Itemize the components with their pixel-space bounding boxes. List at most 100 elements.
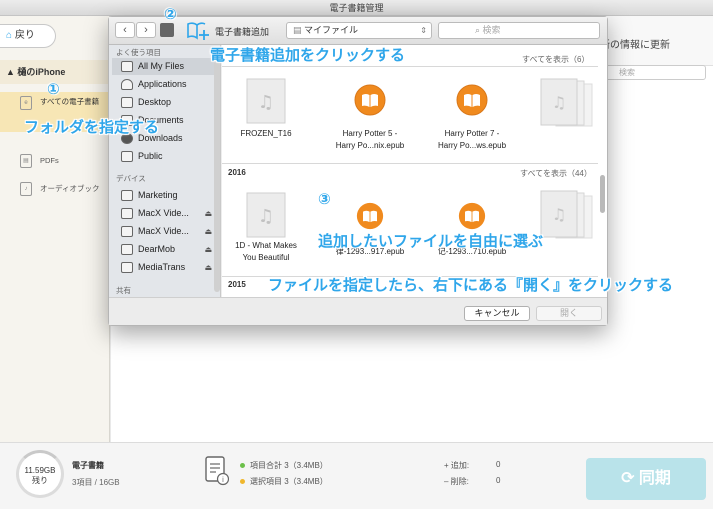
ibooks-icon <box>456 84 488 116</box>
section-divider <box>222 66 598 67</box>
green-dot-icon <box>240 463 245 469</box>
dialog-search-placeholder: 検索 <box>482 25 501 35</box>
folder-select-value: マイファイル <box>304 25 359 35</box>
audiobook-icon: ♪ <box>20 182 32 196</box>
sidebar-item-label: MacX Vide... <box>138 226 189 236</box>
annotation-click-add: 電子書籍追加をクリックする <box>210 47 406 64</box>
stacked-files-icon[interactable]: ♫ <box>540 78 596 130</box>
back-nav-button[interactable]: ‹ <box>115 22 135 38</box>
sidebar-item-all-my-files[interactable]: All My Files <box>112 58 216 75</box>
dialog-search-input[interactable]: ⌕ 検索 <box>438 22 600 39</box>
update-button[interactable]: 新の情報に更新 <box>600 36 670 51</box>
music-file-icon: ♫ <box>246 192 286 238</box>
sync-icon: ⟳ <box>621 470 639 487</box>
sidebar-item-device[interactable]: MacX Vide... ⏏ <box>112 223 216 240</box>
drive-icon <box>121 244 133 255</box>
category-count: 3項目 / 16GB <box>72 478 120 487</box>
music-file-icon: ♫ <box>246 78 286 124</box>
sidebar-item-audiobooks[interactable]: ♪ オーディオブック <box>0 178 110 200</box>
svg-text:i: i <box>222 476 224 484</box>
eject-icon[interactable]: ⏏ <box>204 223 212 240</box>
annotation-choose-files: 追加したいファイルを自由に選ぶ <box>318 233 544 250</box>
forward-nav-button[interactable]: › <box>136 22 156 38</box>
sidebar-item-public[interactable]: Public <box>112 148 216 165</box>
content-scrollbar[interactable] <box>600 175 605 213</box>
chevron-right-icon: › <box>144 24 148 36</box>
add-ebook-icon[interactable] <box>186 20 210 42</box>
annotation-number-1: ① <box>47 81 60 98</box>
folder-select[interactable]: ▤ マイファイル ⇕ <box>286 22 432 39</box>
device-name: 樋のiPhone <box>17 67 66 77</box>
sidebar-item-device[interactable]: MacX Vide... ⏏ <box>112 205 216 222</box>
back-button-label: 戻り <box>14 30 35 41</box>
file-item[interactable] <box>458 202 486 230</box>
sidebar-item-device[interactable]: Marketing <box>112 187 216 204</box>
annotation-select-folder: フォルダを指定する <box>24 119 160 136</box>
annotation-click-open: ファイルを指定したら、右下にある『開く』をクリックする <box>268 277 674 294</box>
file-name: 1D - What Makes You Beautiful <box>220 240 312 264</box>
sidebar-item-desktop[interactable]: Desktop <box>112 94 216 111</box>
search-icon: ⌕ <box>475 25 483 35</box>
minus-icon: – <box>444 477 451 486</box>
sidebar-item-label: オーディオブック <box>40 184 100 193</box>
sidebar-item-device[interactable]: DearMob ⏏ <box>112 241 216 258</box>
annotation-number-2: ② <box>164 6 177 23</box>
shared-header: 共有 <box>116 286 131 295</box>
file-name: Harry Potter 5 - Harry Po...nix.epub <box>324 128 416 152</box>
file-name: FROZEN_T16 <box>240 129 292 138</box>
all-files-icon <box>121 61 133 72</box>
added-label: 追加: <box>450 461 470 470</box>
file-item[interactable] <box>354 84 386 116</box>
yellow-dot-icon <box>240 479 245 485</box>
file-name-line-1: Harry Potter 7 - <box>444 129 500 138</box>
cancel-button[interactable]: キャンセル <box>464 306 530 321</box>
svg-text:♫: ♫ <box>552 93 566 112</box>
applications-icon <box>121 79 133 90</box>
file-item[interactable] <box>356 202 384 230</box>
sync-button[interactable]: ⟳ 同期 <box>586 458 706 500</box>
sidebar-item-device[interactable]: MediaTrans ⏏ <box>112 259 216 276</box>
open-button[interactable]: 開く <box>536 306 602 321</box>
show-all-link[interactable]: すべてを表示（6） <box>522 54 589 65</box>
total-items: 項目合計 3（3.4MB） <box>240 460 328 471</box>
desktop-icon <box>121 97 133 108</box>
grid-view-icon[interactable] <box>160 23 174 37</box>
select-arrows-icon: ⇕ <box>420 26 427 35</box>
document-info-icon: i <box>205 456 229 486</box>
file-item[interactable]: ♫ <box>246 78 286 124</box>
drive-icon <box>121 226 133 237</box>
annotation-number-3: ③ <box>318 191 331 208</box>
eject-icon[interactable]: ⏏ <box>204 205 212 222</box>
main-search-input[interactable]: 検索 <box>604 65 706 80</box>
deleted-value: 0 <box>496 476 501 485</box>
storage-remaining-label: 残り <box>32 476 48 485</box>
file-name: Harry Potter 7 - Harry Po...ws.epub <box>426 128 518 152</box>
added-value: 0 <box>496 460 501 469</box>
sidebar-item-label: Public <box>138 151 163 161</box>
sidebar-item-label: すべての電子書籍 <box>40 97 100 106</box>
plus-icon: + <box>444 461 451 470</box>
folder-icon: ▤ <box>293 25 305 35</box>
section-year: 2016 <box>228 168 246 177</box>
home-icon: ⌂ <box>6 30 15 41</box>
devices-header: デバイス <box>116 174 146 183</box>
deleted-count: – 削除: <box>444 476 469 487</box>
add-ebook-label[interactable]: 電子書籍追加 <box>215 25 269 38</box>
file-item[interactable] <box>456 84 488 116</box>
sidebar-item-label: DearMob <box>138 244 176 254</box>
sidebar-item-applications[interactable]: Applications <box>112 76 216 93</box>
file-name-line-2: Harry Po...nix.epub <box>335 141 405 150</box>
eject-icon[interactable]: ⏏ <box>204 259 212 276</box>
sidebar-item-label: MediaTrans <box>138 262 186 272</box>
stacked-files-icon[interactable]: ♫ <box>540 190 596 242</box>
show-all-link[interactable]: すべてを表示（44） <box>520 168 592 179</box>
public-folder-icon <box>121 151 133 162</box>
sidebar-item-pdfs[interactable]: ▤ PDFs <box>0 150 110 172</box>
back-button[interactable]: ⌂ 戻り <box>0 24 56 48</box>
eject-icon[interactable]: ⏏ <box>204 241 212 258</box>
window-titlebar: 電子書籍管理 <box>0 0 713 16</box>
file-item[interactable]: ♫ <box>246 192 286 238</box>
svg-text:♫: ♫ <box>258 92 274 113</box>
file-name-line-2: You Beautiful <box>242 253 290 262</box>
sidebar-item-label: MacX Vide... <box>138 208 189 218</box>
